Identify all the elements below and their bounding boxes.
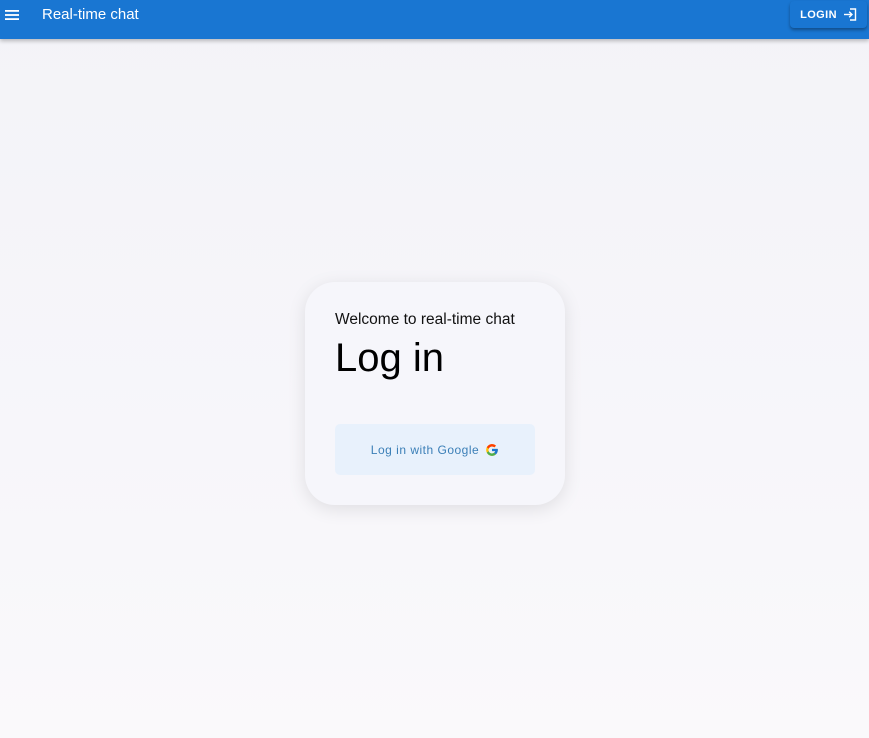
page-title: Log in — [335, 336, 444, 380]
hamburger-menu-icon — [5, 10, 19, 20]
google-g-icon — [486, 443, 499, 456]
menu-button[interactable] — [4, 4, 20, 26]
app-bar: Real-time chat LOGIN — [0, 0, 869, 39]
google-login-label: Log in with Google — [370, 442, 480, 457]
welcome-text: Welcome to real-time chat — [335, 311, 515, 328]
login-card: Welcome to real-time chat Log in Log in … — [305, 282, 565, 505]
login-button[interactable]: LOGIN — [790, 1, 867, 28]
login-button-label: LOGIN — [800, 8, 837, 21]
login-arrow-icon — [843, 8, 857, 21]
google-login-button[interactable]: Log in with Google — [335, 424, 535, 475]
app-title: Real-time chat — [42, 6, 139, 23]
